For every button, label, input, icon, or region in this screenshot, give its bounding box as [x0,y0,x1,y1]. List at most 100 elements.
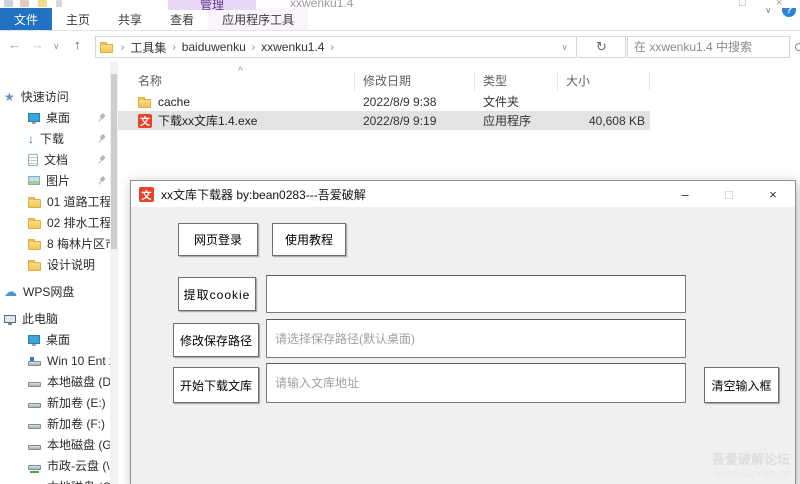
sidebar-item[interactable]: 图片 [0,170,110,191]
desktop-icon [28,335,40,346]
net-drive-icon [28,464,41,473]
sidebar-item[interactable]: 新加卷 (E:) [0,392,110,413]
close-icon[interactable]: × [751,181,795,207]
quick-access-icon[interactable] [38,0,47,7]
desktop-icon [28,113,40,124]
sidebar-item[interactable]: 此电脑 [0,308,110,329]
refresh-button[interactable]: ↻ [578,36,626,58]
quick-access-chevron-icon[interactable] [56,0,62,7]
drive-icon [28,444,41,450]
column-header-date[interactable]: 修改日期 [355,72,475,90]
breadcrumb-separator-icon: › [121,41,125,53]
pin-icon [94,131,108,145]
ribbon-tab[interactable]: 查看 [156,8,208,30]
extract-cookie-button[interactable]: 提取cookie [178,277,256,311]
forward-icon[interactable]: → [31,37,44,52]
dialog-title: xx文库下载器 by:bean0283---吾爱破解 [161,187,366,202]
maximize-icon[interactable]: □ [739,0,746,9]
file-row[interactable]: 文 下载xx文库1.4.exe 2022/8/9 9:19 应用程序 40,60… [118,111,650,130]
sidebar: ★ 快速访问 桌面 ↓ 下载 文档 图片 01 道路工程 02 排水工程 8 梅… [0,62,110,484]
sidebar-item[interactable]: ★ 快速访问 [0,86,110,107]
sidebar-item[interactable]: ☁ WPS网盘 [0,281,110,302]
scrollbar-thumb[interactable] [111,74,117,249]
folder-icon [138,96,151,108]
wenku-app-icon: 文 [139,186,154,202]
ribbon-tab[interactable]: 主页 [52,8,104,30]
column-header-name[interactable]: 名称 [130,72,355,90]
explorer-titlebar: 管理 xxwenku1.4 □ × [0,0,800,10]
pin-icon [94,152,108,166]
pictures-icon [28,176,40,185]
back-icon[interactable]: ← [8,37,21,52]
close-icon[interactable]: × [776,0,782,9]
clear-input-button[interactable]: 清空输入框 [704,367,779,403]
ribbon-tab[interactable]: 文件 [0,8,53,30]
address-chevron-icon[interactable]: ∨ [561,42,572,53]
sidebar-item[interactable]: 设计说明 [0,254,110,275]
search-input[interactable] [628,40,795,54]
ribbon-tab[interactable]: 应用程序工具 [208,8,309,30]
folder-icon [100,42,113,53]
sidebar-item[interactable]: 02 排水工程 [0,212,110,233]
search-icon[interactable] [795,43,800,51]
sidebar-item[interactable]: 8 梅林片区市政道 [0,233,110,254]
star-icon: ★ [4,89,15,104]
folder-icon [28,238,41,250]
sidebar-item[interactable]: ↓ 下载 [0,128,110,149]
tutorial-button[interactable]: 使用教程 [272,223,346,256]
navigation-bar: ← → ∨ ↑ › 工具集 › baiduwenku › xxwenku1.4 › ∨ ↻ [0,31,800,62]
web-login-button[interactable]: 网页登录 [178,223,258,256]
os-drive-icon [28,356,41,366]
save-path-input[interactable] [266,319,686,358]
maximize-icon: □ [725,186,733,202]
sidebar-item[interactable]: Win 10 Ent x64 [0,350,110,371]
address-bar[interactable]: › 工具集 › baiduwenku › xxwenku1.4 › ∨ [95,36,577,58]
quick-access-icon[interactable] [4,0,13,7]
start-download-button[interactable]: 开始下载文库 [173,367,259,403]
breadcrumb-item[interactable]: 工具集 [126,39,170,56]
breadcrumb: › 工具集 › baiduwenku › xxwenku1.4 › [119,39,336,56]
doc-url-input[interactable] [266,363,686,403]
sidebar-item[interactable]: 桌面 [0,329,110,350]
column-header-size[interactable]: 大小 [558,72,650,90]
sidebar-item[interactable]: 市政-云盘 (\\192 [0,455,110,476]
up-icon[interactable]: ↑ [74,37,81,52]
folder-icon [28,259,41,271]
breadcrumb-separator-icon: › [330,41,334,53]
file-row[interactable]: cache 2022/8/9 9:38 文件夹 [118,92,650,111]
drive-icon [28,381,41,387]
manage-contextual-label: 管理 [168,0,256,10]
refresh-icon: ↻ [596,39,607,54]
cookie-input[interactable] [266,275,686,313]
ribbon-tab[interactable]: 共享 [104,8,156,30]
search-box [627,36,800,58]
file-rows: cache 2022/8/9 9:38 文件夹 文 下载xx文库1.4.exe … [118,92,800,130]
ribbon-tabs: 文件 主页 共享 查看 应用程序工具 [0,8,800,31]
drive-icon [28,402,41,408]
sidebar-item[interactable]: 桌面 [0,107,110,128]
quick-access-icon[interactable] [20,0,29,7]
drive-icon [28,423,41,429]
column-header-type[interactable]: 类型 [475,72,558,90]
cloud-icon: ☁ [4,283,17,299]
sidebar-item[interactable]: 文档 [0,149,110,170]
breadcrumb-separator-icon: › [251,41,256,53]
history-chevron-icon[interactable]: ∨ [53,41,60,52]
document-icon [28,153,38,166]
sidebar-scrollbar[interactable] [110,62,118,484]
sidebar-item[interactable]: 新加卷 (F:) [0,413,110,434]
change-path-button[interactable]: 修改保存路径 [173,323,259,357]
sidebar-item[interactable]: 01 道路工程 [0,191,110,212]
folder-icon [28,196,41,208]
sidebar-item[interactable]: 本地磁盘 (D:) [0,371,110,392]
dialog-titlebar[interactable]: 文 xx文库下载器 by:bean0283---吾爱破解 – □ × [131,181,795,207]
breadcrumb-item[interactable]: baiduwenku [178,40,250,54]
minimize-icon[interactable]: – [663,181,707,207]
wenku-app-icon: 文 [138,113,152,128]
file-list-header: ^ 名称 修改日期 类型 大小 [118,66,800,92]
breadcrumb-item[interactable]: xxwenku1.4 [257,40,328,54]
sidebar-item[interactable]: 本地磁盘 (G:) [0,434,110,455]
pin-icon [94,173,108,187]
pc-icon [4,314,16,325]
sidebar-item[interactable]: 本地磁盘 (C:) [0,476,110,484]
